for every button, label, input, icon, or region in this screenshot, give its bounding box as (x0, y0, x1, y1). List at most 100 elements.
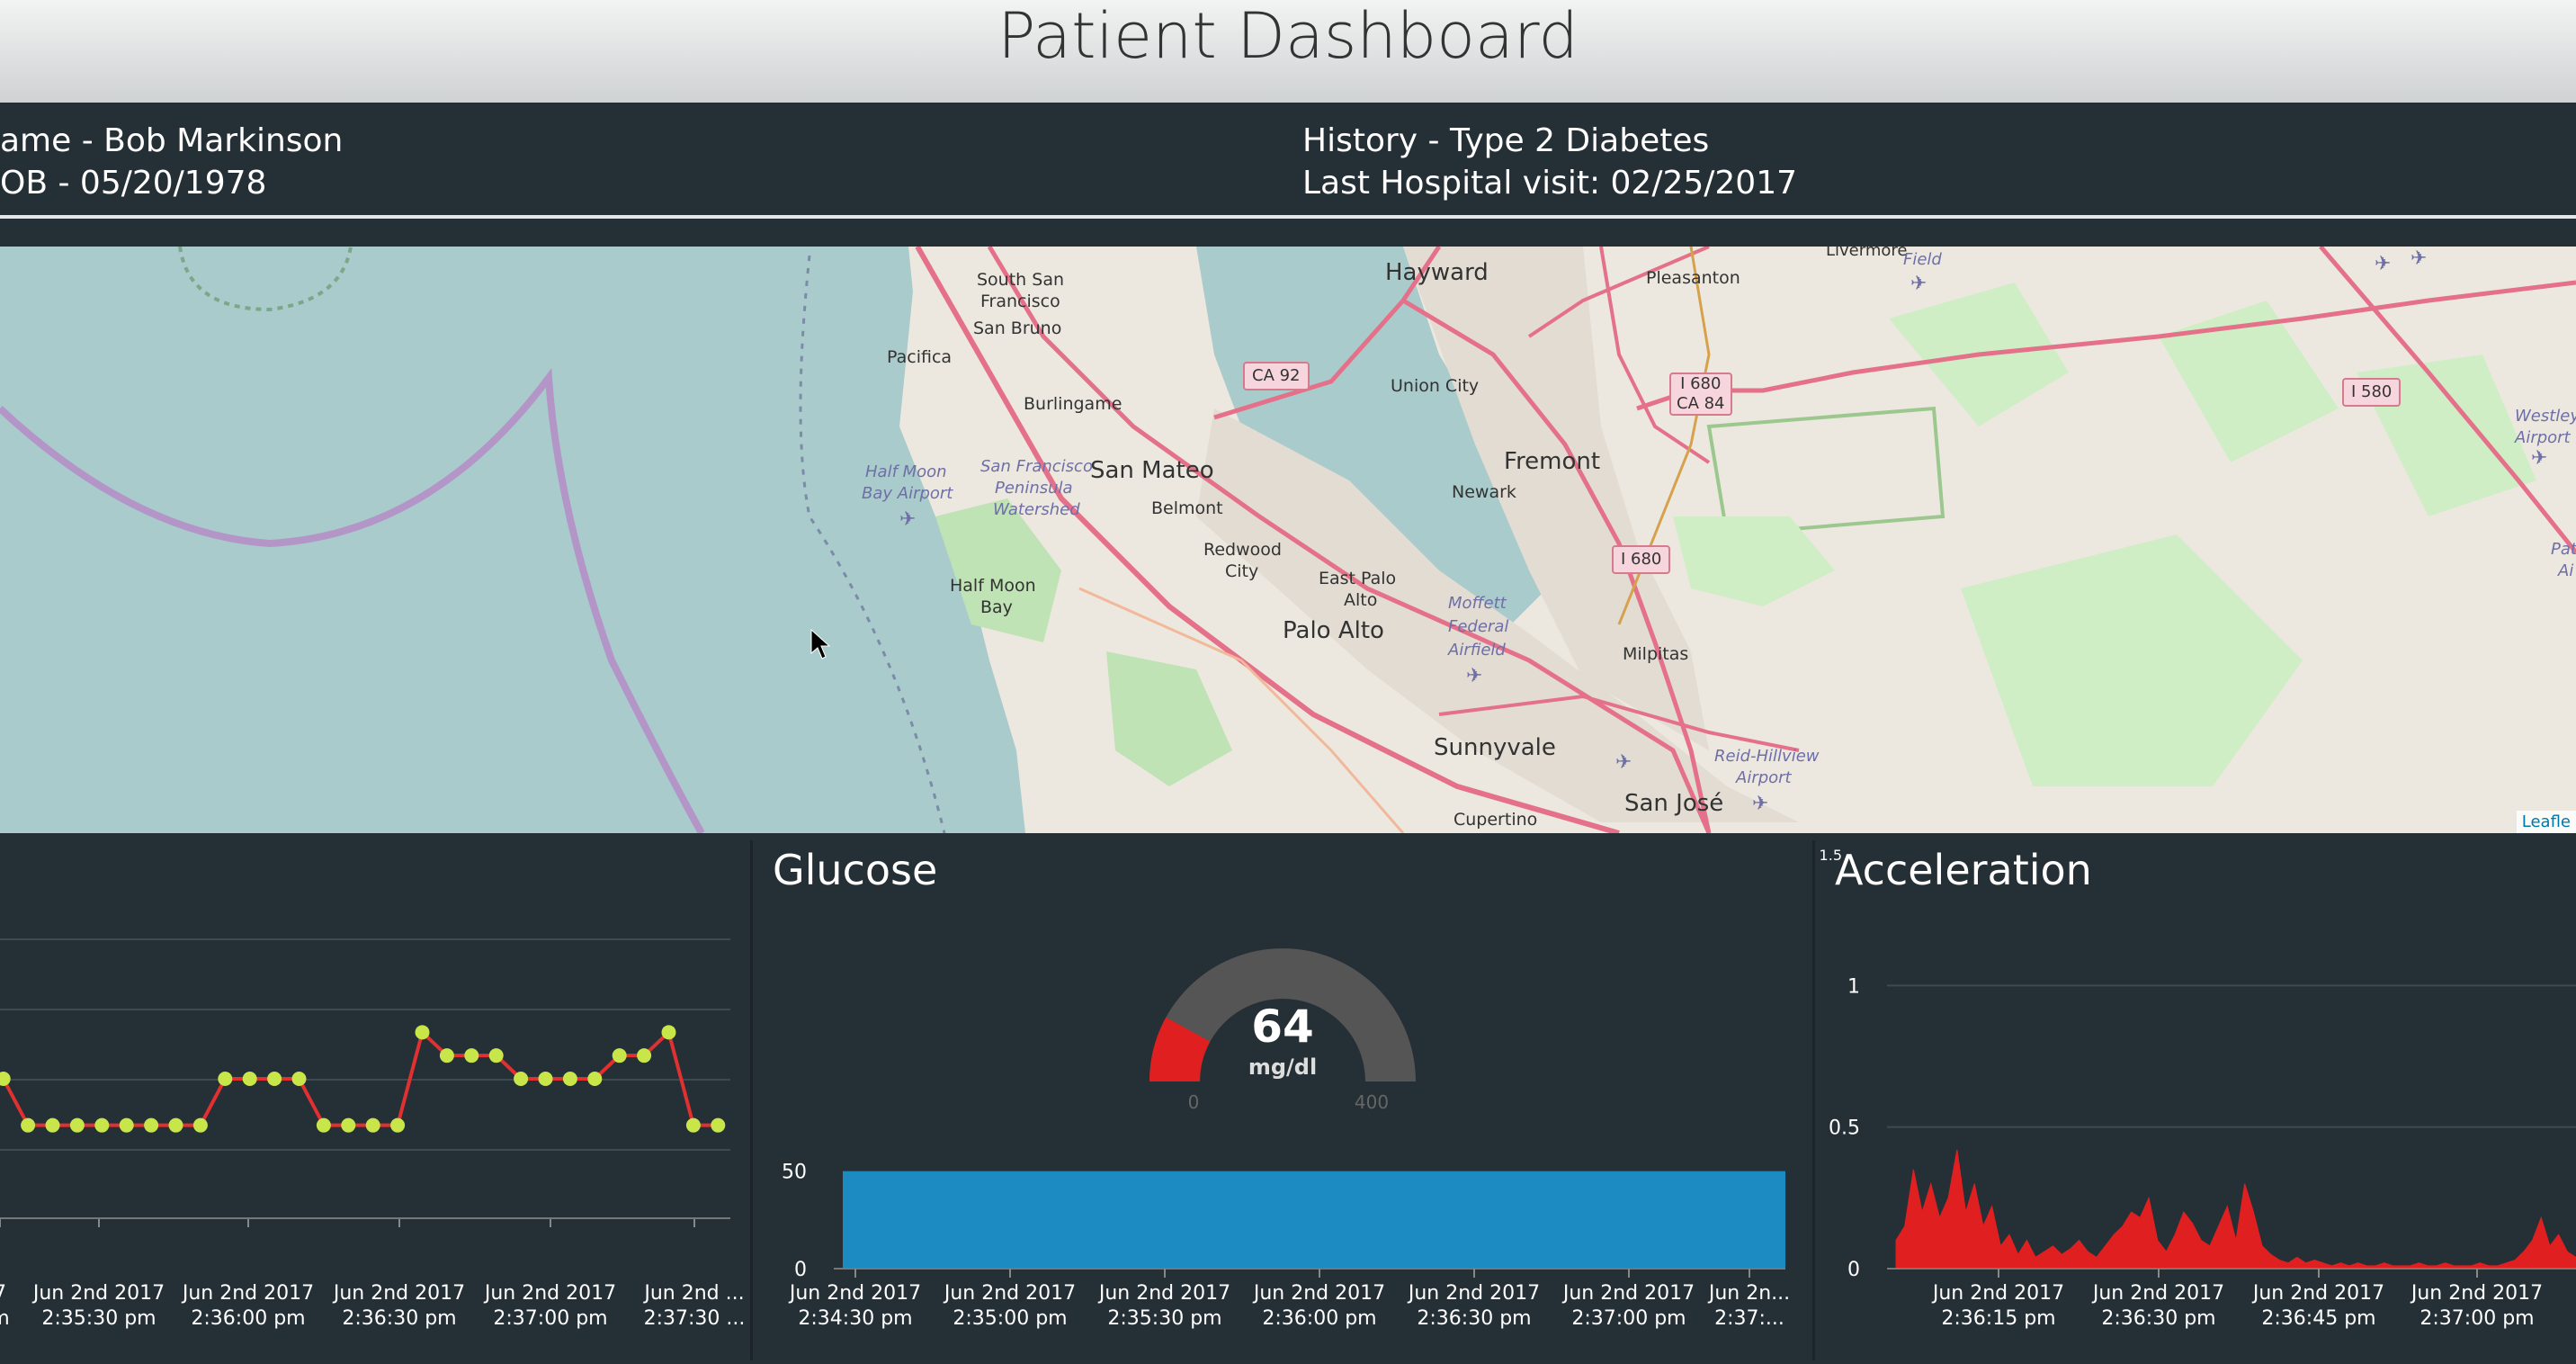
data-point (488, 1048, 504, 1063)
acceleration-panel: Acceleration 1.5 1 0.5 0 Jun 2nd 2017 2:36:15… (1815, 840, 2576, 1360)
data-point (637, 1048, 652, 1063)
data-point (464, 1048, 479, 1063)
acceleration-chart: 1.510.50Jun 2nd 20172:36:15 pmJun 2nd 20… (1820, 847, 2576, 1330)
x-tick-label: 2:35:30 pm (41, 1307, 156, 1330)
svg-text:✈: ✈ (2531, 447, 2547, 470)
x-tick-label: 2:34:30 pm (798, 1307, 912, 1330)
title-bar: Patient Dashboard (0, 0, 2576, 103)
x-tick-label: 2:37:00 pm (2419, 1307, 2534, 1330)
y-tick-label: 1 (1847, 975, 1860, 998)
acceleration-area (1895, 1149, 2576, 1270)
data-point (612, 1048, 627, 1063)
map-label-newark: Newark (1452, 482, 1516, 502)
map-label-pat-2: Ai (2558, 561, 2574, 580)
data-point (94, 1117, 110, 1133)
map-label-sunnyvale: Sunnyvale (1434, 734, 1556, 761)
map-label-half-moon-2: Bay (980, 597, 1013, 617)
x-tick-label: 2:36:15 pm (1941, 1307, 2055, 1330)
x-tick-label: Jun 2nd 2017 (2091, 1282, 2224, 1305)
x-tick-label: Jun 2nd 2017 (483, 1282, 616, 1305)
x-tick-label: 2:36:00 pm (1262, 1307, 1376, 1330)
x-tick-label: Jun 2nd 2017 (2410, 1282, 2543, 1305)
map-label-moffett: Moffett (1448, 594, 1507, 613)
x-tick-label: Jun 2nd 2017 (332, 1282, 465, 1305)
data-point (45, 1117, 60, 1133)
map-label-union-city: Union City (1391, 376, 1480, 396)
shield-ca84-label: CA 84 (1677, 394, 1725, 413)
map-label-moffett-3: Airfield (1448, 641, 1506, 660)
data-point (0, 1072, 11, 1086)
x-tick-label: 2:35:00 pm (953, 1307, 1067, 1330)
data-point (341, 1117, 356, 1133)
x-tick-label: 7 (0, 1282, 6, 1305)
glucose-area (843, 1171, 1785, 1269)
data-point (439, 1048, 454, 1063)
map-label-palo-alto: Palo Alto (1283, 617, 1384, 644)
x-tick-label: 2:37:00 pm (493, 1307, 607, 1330)
svg-text:✈: ✈ (1910, 273, 1927, 295)
data-point (514, 1072, 529, 1086)
gauge-max: 400 (1355, 1091, 1389, 1113)
data-point (144, 1117, 159, 1133)
map-label-watershed-2: Peninsula (995, 479, 1073, 498)
x-tick-label: 2:35:30 pm (1107, 1307, 1221, 1330)
map-label-san-mateo: San Mateo (1090, 457, 1214, 484)
svg-text:✈: ✈ (1466, 665, 1482, 687)
data-point (69, 1117, 85, 1133)
map-attribution[interactable]: Leafle (2516, 811, 2576, 833)
x-tick-label: Jun 2nd 2017 (1561, 1282, 1695, 1305)
svg-text:✈: ✈ (2411, 247, 2427, 270)
page-title: Patient Dashboard (997, 0, 1579, 73)
map-label-watershed: San Francisco (980, 457, 1093, 476)
map-label-san-bruno: San Bruno (973, 319, 1062, 338)
location-map[interactable]: ✈ ✈ ✈ ✈ ✈ ✈ ✈ ✈ Hayward Pleasanton Liver… (0, 247, 2576, 833)
shield-i580: I 580 (2342, 378, 2402, 407)
data-point (587, 1072, 603, 1086)
map-tiles: ✈ ✈ ✈ ✈ ✈ ✈ ✈ ✈ (0, 247, 2576, 833)
data-point (168, 1117, 183, 1133)
map-label-hayward: Hayward (1385, 259, 1489, 286)
map-label-field: Field (1903, 250, 1942, 269)
data-point (267, 1072, 282, 1086)
acceleration-title: Acceleration (1835, 846, 2092, 894)
map-label-reid: Reid-Hillview (1714, 747, 1820, 766)
glucose-chart: 64 mg/dl 0 400 500Jun 2nd 20172:34:30 pm… (782, 948, 1790, 1330)
data-point (711, 1117, 726, 1133)
map-label-south-sf: South San (977, 270, 1065, 290)
glucose-panel: Glucose 64 mg/dl 0 400 50 0 Jun 2nd 2017 2:… (753, 840, 1812, 1360)
data-point (291, 1072, 307, 1086)
svg-text:✈: ✈ (1752, 793, 1768, 815)
map-label-east-palo: East Palo (1319, 569, 1397, 588)
y-tick-label: 0.5 (1829, 1117, 1860, 1140)
map-label-hm-airport: Half Moon (865, 462, 947, 481)
y-tick-label: 0 (794, 1259, 807, 1281)
data-point (192, 1117, 208, 1133)
map-label-westley-2: Airport (2515, 428, 2571, 447)
map-label-cupertino: Cupertino (1453, 810, 1538, 830)
map-label-east-palo-2: Alto (1344, 590, 1378, 610)
x-tick-label: m (0, 1307, 10, 1330)
x-tick-label: 2:37:30 ... (644, 1307, 746, 1330)
x-tick-label: Jun 2nd 2017 (31, 1282, 165, 1305)
map-label-redwood-2: City (1225, 561, 1259, 581)
gauge-min: 0 (1188, 1091, 1200, 1113)
gauge-value: 64 (1251, 1001, 1314, 1053)
data-point (661, 1025, 676, 1040)
glucose-title: Glucose (773, 846, 938, 894)
shield-i680-label: I 680 (1680, 374, 1722, 393)
data-point (316, 1117, 331, 1133)
map-label-moffett-2: Federal (1448, 617, 1509, 636)
x-tick-label: Jun 2nd 2017 (1097, 1282, 1230, 1305)
left-chart-panel: 7mJun 2nd 20172:35:30 pmJun 2nd 20172:36… (0, 840, 750, 1360)
map-label-san-jose: San José (1624, 790, 1724, 817)
x-tick-label: 2:36:00 pm (191, 1307, 305, 1330)
map-label-milpitas: Milpitas (1623, 644, 1689, 664)
map-label-fremont: Fremont (1504, 448, 1601, 475)
x-tick-label: 2:36:30 pm (2101, 1307, 2215, 1330)
x-tick-label: Jun 2nd 2017 (943, 1282, 1076, 1305)
data-point (538, 1072, 553, 1086)
map-label-half-moon: Half Moon (950, 576, 1036, 596)
map-label-belmont: Belmont (1151, 498, 1223, 518)
map-label-hm-airport-2: Bay Airport (862, 484, 953, 503)
x-tick-label: 2:36:30 pm (342, 1307, 456, 1330)
